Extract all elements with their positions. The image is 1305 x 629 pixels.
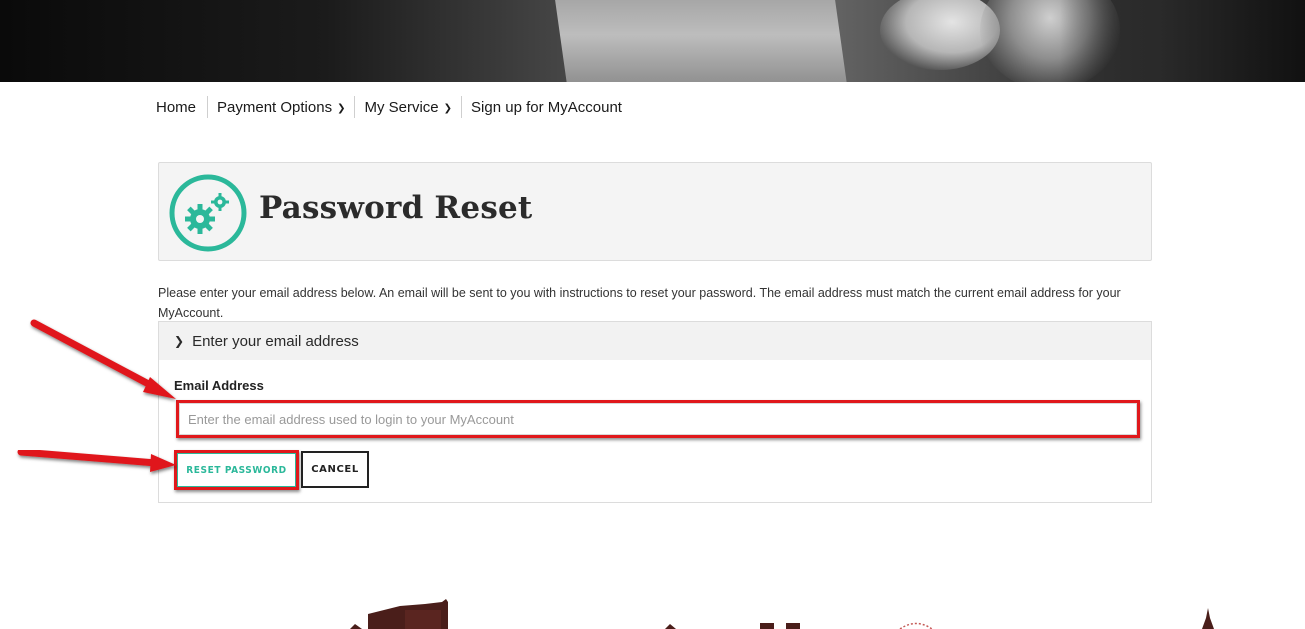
- page-title: Password Reset: [259, 190, 533, 226]
- gears-icon: [169, 174, 247, 252]
- panel-header[interactable]: ❯ Enter your email address: [159, 322, 1151, 360]
- email-highlight-box: [176, 400, 1140, 438]
- hero-banner: [0, 0, 1305, 82]
- nav-item-label: My Service: [364, 98, 439, 116]
- instructions-text: Please enter your email address below. A…: [158, 286, 1121, 320]
- nav-item-label: Sign up for MyAccount: [471, 98, 622, 116]
- page-header: Password Reset: [158, 162, 1152, 261]
- arrow-to-email-icon: [30, 319, 176, 399]
- nav-item-label: Payment Options: [217, 98, 333, 116]
- chevron-down-icon: ❯: [443, 102, 453, 114]
- hero-laptop-image: [552, 0, 848, 82]
- city-skyline-illustration: [350, 599, 1214, 629]
- main-nav: Home Payment Options ❯ My Service ❯ Sign…: [156, 96, 631, 118]
- nav-item-sign-up[interactable]: Sign up for MyAccount: [461, 96, 631, 118]
- chevron-down-icon: ❯: [337, 102, 346, 114]
- nav-item-home[interactable]: Home: [156, 96, 207, 118]
- cancel-button[interactable]: CANCEL: [301, 451, 369, 488]
- email-panel: ❯ Enter your email address Email Address…: [158, 321, 1152, 503]
- nav-item-label: Home: [156, 98, 197, 116]
- panel-header-label: Enter your email address: [192, 332, 359, 350]
- hero-shade: [1060, 0, 1305, 82]
- email-field[interactable]: [179, 403, 1137, 435]
- reset-password-button[interactable]: RESET PASSWORD: [177, 453, 296, 487]
- email-label: Email Address: [174, 378, 264, 393]
- reset-highlight-box: RESET PASSWORD: [174, 450, 299, 490]
- nav-item-payment-options[interactable]: Payment Options ❯: [207, 96, 354, 118]
- chevron-down-icon: ❯: [174, 334, 185, 348]
- arrow-to-reset-icon: [17, 448, 176, 472]
- nav-item-my-service[interactable]: My Service ❯: [354, 96, 461, 118]
